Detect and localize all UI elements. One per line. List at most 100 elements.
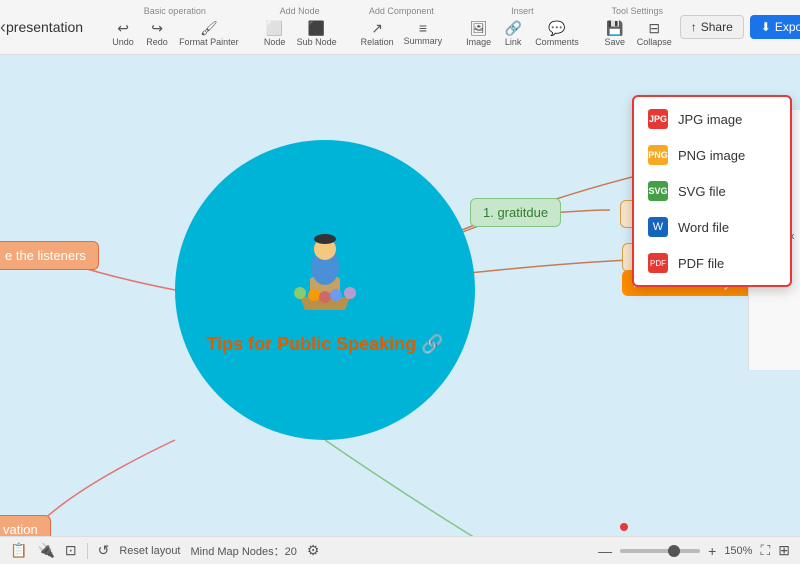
export-png-item[interactable]: PNG PNG image — [634, 137, 790, 173]
image-icon: 🖼 — [470, 20, 488, 37]
share-label: Share — [701, 20, 733, 34]
export-svg-item[interactable]: SVG SVG file — [634, 173, 790, 209]
summary-label: Summary — [404, 36, 443, 46]
settings-icon[interactable]: ⚙ — [307, 542, 320, 559]
zoom-thumb — [668, 545, 680, 557]
png-icon: PNG — [648, 145, 668, 165]
export-pdf-label: PDF file — [678, 256, 724, 271]
status-icon-1[interactable]: 📋 — [10, 542, 27, 559]
share-button[interactable]: ↑ Share — [680, 15, 744, 39]
relation-icon: ↗ — [371, 20, 383, 37]
summary-button[interactable]: ≡ Summary — [400, 18, 447, 48]
image-label: Image — [466, 37, 491, 47]
zoom-in-icon[interactable]: + — [708, 543, 716, 559]
group-label-addcomponent: Add Component — [369, 6, 434, 16]
format-painter-icon: 🖌 — [200, 20, 218, 37]
node-listeners-label: e the listeners — [5, 248, 86, 263]
format-painter-label: Format Painter — [179, 37, 239, 47]
summary-icon: ≡ — [419, 20, 427, 36]
collapse-button[interactable]: ⊟ Collapse — [633, 18, 676, 49]
link-icon: 🔗 — [504, 20, 521, 37]
fullscreen-icon[interactable]: ⛶ — [760, 542, 770, 559]
subnode-icon: ⬛ — [308, 20, 325, 37]
group-label-addnode: Add Node — [280, 6, 320, 16]
fit-icon[interactable]: ⊞ — [778, 542, 790, 559]
toolbar-group-basic: Basic operation ↩ Undo ↪ Redo 🖌 Format P… — [103, 4, 247, 51]
redo-button[interactable]: ↪ Redo — [141, 18, 173, 49]
redo-label: Redo — [146, 37, 168, 47]
export-jpg-item[interactable]: JPG JPG image — [634, 101, 790, 137]
central-node-title: Tips for Public Speaking 🔗 — [206, 334, 443, 355]
central-node[interactable]: Tips for Public Speaking 🔗 — [175, 140, 475, 440]
export-word-item[interactable]: W Word file — [634, 209, 790, 245]
export-word-label: Word file — [678, 220, 729, 235]
export-dropdown: JPG JPG image PNG PNG image SVG SVG file… — [632, 95, 792, 287]
node-gratitude[interactable]: 1. gratitdue — [470, 198, 561, 227]
collapse-icon: ⊟ — [648, 20, 660, 37]
export-svg-label: SVG file — [678, 184, 726, 199]
group-label-basic: Basic operation — [144, 6, 206, 16]
word-icon: W — [648, 217, 668, 237]
zoom-percent: 150% — [724, 545, 752, 557]
export-label: Export — [775, 20, 800, 34]
export-button[interactable]: ⬇ Export — [750, 15, 800, 39]
undo-icon: ↩ — [117, 20, 129, 37]
toolsettings-btns: 💾 Save ⊟ Collapse — [599, 18, 676, 49]
canvas-area[interactable]: Tips for Public Speaking 🔗 1. gratitdue … — [0, 55, 800, 564]
export-pdf-item[interactable]: PDF PDF file — [634, 245, 790, 281]
group-label-insert: Insert — [511, 6, 534, 16]
zoom-slider[interactable] — [620, 549, 700, 553]
image-button[interactable]: 🖼 Image — [462, 18, 495, 49]
svg-icon: SVG — [648, 181, 668, 201]
link-button[interactable]: 🔗 Link — [497, 18, 529, 49]
group-label-toolsettings: Tool Settings — [611, 6, 663, 16]
reset-icon[interactable]: ↺ — [98, 542, 110, 559]
redo-icon: ↪ — [151, 20, 163, 37]
relation-label: Relation — [361, 37, 394, 47]
export-icon: ⬇ — [761, 20, 771, 34]
line-vation — [40, 440, 175, 523]
toolbar-group-addnode: Add Node ⬜ Node ⬛ Sub Node — [255, 4, 345, 51]
toolbar-right: ↑ Share ⬇ Export — [680, 15, 800, 39]
node-listeners[interactable]: e the listeners — [0, 241, 99, 270]
save-label: Save — [604, 37, 625, 47]
comments-icon: 💬 — [548, 20, 565, 37]
addcomponent-btns: ↗ Relation ≡ Summary — [357, 18, 447, 49]
toolbar-group-addcomponent: Add Component ↗ Relation ≡ Summary — [353, 4, 451, 51]
export-jpg-label: JPG image — [678, 112, 742, 127]
status-icon-2[interactable]: 🔌 — [37, 542, 54, 559]
export-png-label: PNG image — [678, 148, 745, 163]
reset-label[interactable]: Reset layout — [119, 545, 180, 557]
toolbar-group-insert: Insert 🖼 Image 🔗 Link 💬 Comments — [458, 4, 587, 51]
comments-button[interactable]: 💬 Comments — [531, 18, 583, 49]
subnode-button[interactable]: ⬛ Sub Node — [293, 18, 341, 49]
jpg-icon: JPG — [648, 109, 668, 129]
basic-btns: ↩ Undo ↪ Redo 🖌 Format Painter — [107, 18, 243, 49]
status-right: — + 150% ⛶ ⊞ — [598, 542, 790, 559]
app-title: presentation — [6, 19, 95, 35]
undo-label: Undo — [112, 37, 134, 47]
nodes-label: Mind Map Nodes：20 — [191, 543, 297, 559]
zoom-out-icon[interactable]: — — [598, 543, 612, 559]
node-label: Node — [264, 37, 286, 47]
toolbar: ‹ presentation Basic operation ↩ Undo ↪ … — [0, 0, 800, 55]
status-icon-3[interactable]: ⊡ — [65, 542, 77, 559]
undo-button[interactable]: ↩ Undo — [107, 18, 139, 49]
format-painter-button[interactable]: 🖌 Format Painter — [175, 18, 243, 49]
node-vation-label: vation — [3, 522, 38, 537]
central-node-icon — [280, 225, 370, 326]
save-icon: 💾 — [606, 20, 623, 37]
red-dot — [620, 523, 628, 531]
link-label: Link — [505, 37, 522, 47]
addnode-btns: ⬜ Node ⬛ Sub Node — [259, 18, 341, 49]
collapse-label: Collapse — [637, 37, 672, 47]
node-gratitude-label: 1. gratitdue — [483, 205, 548, 220]
status-sep — [87, 543, 88, 559]
relation-button[interactable]: ↗ Relation — [357, 18, 398, 49]
share-icon: ↑ — [691, 20, 697, 34]
status-bar: 📋 🔌 ⊡ ↺ Reset layout Mind Map Nodes：20 ⚙… — [0, 536, 800, 564]
subnode-label: Sub Node — [297, 37, 337, 47]
save-button[interactable]: 💾 Save — [599, 18, 631, 49]
node-button[interactable]: ⬜ Node — [259, 18, 291, 49]
toolbar-group-toolsettings: Tool Settings 💾 Save ⊟ Collapse — [595, 4, 680, 51]
